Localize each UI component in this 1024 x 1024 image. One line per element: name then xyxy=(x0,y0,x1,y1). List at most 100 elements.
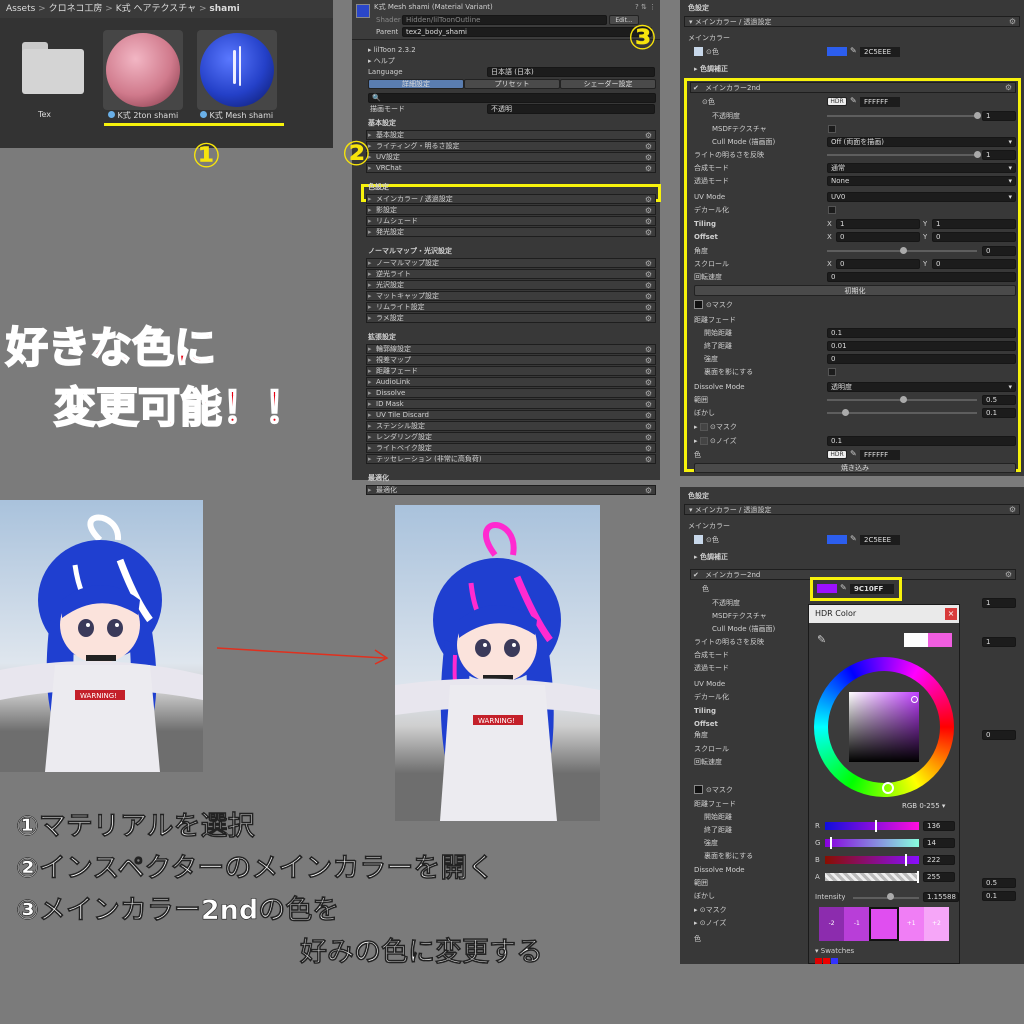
sv-handle[interactable] xyxy=(911,696,918,703)
gear-icon[interactable]: ⚙ xyxy=(645,281,652,290)
main-color-2nd-checkbox-b[interactable]: ✔ xyxy=(693,570,699,580)
main-color-hex[interactable]: 2C5EEE xyxy=(860,47,900,57)
texture-slot-icon[interactable] xyxy=(694,47,703,56)
second-color-hex[interactable]: FFFFFF xyxy=(860,97,900,107)
opacity-value-b[interactable]: 1 xyxy=(982,598,1016,608)
inspector-foldout-item[interactable]: ▸ リムシェード ⚙ xyxy=(366,216,656,226)
range-value[interactable]: 0.5 xyxy=(982,395,1016,405)
light-brightness-slider[interactable] xyxy=(827,154,977,156)
eyedropper-icon[interactable]: ✎ xyxy=(817,633,826,646)
breadcrumb-kuroneko[interactable]: クロネコ工房 xyxy=(49,4,103,14)
main-color-2nd-checkbox[interactable]: ✔ xyxy=(693,83,699,93)
inspector-search[interactable]: 🔍 xyxy=(368,93,656,103)
gear-icon[interactable]: ⚙ xyxy=(1009,505,1016,515)
gear-icon[interactable]: ⚙ xyxy=(645,486,652,495)
inspector-foldout-item[interactable]: ▸ ライトベイク設定 ⚙ xyxy=(366,443,656,453)
gear-icon[interactable]: ⚙ xyxy=(1009,17,1016,27)
intensity-step-minus-2[interactable]: -2 xyxy=(819,907,845,941)
inspector-foldout-item[interactable]: ▸ 輪郭線設定 ⚙ xyxy=(366,344,656,354)
main-color-2nd-header[interactable]: ✔ メインカラー2nd ⚙ xyxy=(690,82,1016,93)
inspector-foldout-item[interactable]: ▸ 基本設定 ⚙ xyxy=(366,130,656,140)
inspector-foldout-item[interactable]: ▸ 発光設定 ⚙ xyxy=(366,227,656,237)
range-value-b[interactable]: 0.5 xyxy=(982,878,1016,888)
gear-icon[interactable]: ⚙ xyxy=(645,195,652,204)
opacity-value[interactable]: 1 xyxy=(982,111,1016,121)
blur-value-b[interactable]: 0.1 xyxy=(982,891,1016,901)
gear-icon[interactable]: ⚙ xyxy=(645,378,652,387)
language-dropdown[interactable]: 日本語 (日本) xyxy=(487,67,655,77)
channel-a-handle[interactable] xyxy=(917,871,919,883)
breadcrumb-hair[interactable]: K式 ヘアテクスチャ xyxy=(116,4,196,14)
gear-icon[interactable]: ⚙ xyxy=(645,292,652,301)
swatch-red[interactable] xyxy=(815,958,822,964)
eyedropper-icon[interactable]: ✎ xyxy=(840,583,847,592)
inspector-foldout-item[interactable]: ▸ UV Tile Discard ⚙ xyxy=(366,410,656,420)
inspector-foldout-item[interactable]: ▸ 距離フェード ⚙ xyxy=(366,366,656,376)
shader-dropdown[interactable]: Hidden/lilToonOutline xyxy=(402,15,607,25)
blur-slider-handle[interactable] xyxy=(842,409,849,416)
inspector-foldout-item[interactable]: ▸ 逆光ライト ⚙ xyxy=(366,269,656,279)
decal-checkbox[interactable] xyxy=(828,206,836,214)
inspector-foldout-item[interactable]: ▸ テッセレーション (非常に高負荷) ⚙ xyxy=(366,454,656,464)
inspector-foldout-item[interactable]: ▸ ラメ設定 ⚙ xyxy=(366,313,656,323)
inspector-foldout-item[interactable]: ▸ ライティング・明るさ設定 ⚙ xyxy=(366,141,656,151)
bake-button[interactable]: 焼き込み xyxy=(694,463,1016,473)
texture-slot-icon[interactable] xyxy=(694,535,703,544)
reset-button[interactable]: 初期化 xyxy=(694,285,1016,296)
cull-mode-dropdown[interactable]: Off (両面を描画) ▾ xyxy=(827,137,1016,147)
tone-correction-foldout-b[interactable]: ▸ 色調補正 xyxy=(694,552,728,562)
intensity-step-plus-2[interactable]: +2 xyxy=(923,907,950,941)
channel-b-value[interactable]: 222 xyxy=(923,855,955,865)
gear-icon[interactable]: ⚙ xyxy=(645,270,652,279)
intensity-value[interactable]: 1.15588 xyxy=(923,892,959,902)
gear-icon[interactable]: ⚙ xyxy=(645,131,652,140)
hue-wheel[interactable] xyxy=(814,657,954,797)
close-icon[interactable]: × xyxy=(945,608,957,620)
rotate-value[interactable]: 0 xyxy=(827,272,1016,282)
gear-icon[interactable]: ⚙ xyxy=(645,259,652,268)
angle-value-b[interactable]: 0 xyxy=(982,730,1016,740)
main-color-hex-b[interactable]: 2C5EEE xyxy=(860,535,900,545)
gear-icon[interactable]: ⚙ xyxy=(645,455,652,464)
intensity-slider[interactable] xyxy=(853,897,919,899)
folder-icon[interactable] xyxy=(22,42,84,94)
uv-mode-dropdown[interactable]: UV0 ▾ xyxy=(827,192,1016,202)
gear-icon[interactable]: ⚙ xyxy=(645,433,652,442)
channel-r-handle[interactable] xyxy=(875,820,877,832)
gear-icon[interactable]: ⚙ xyxy=(645,400,652,409)
swatch-blue[interactable] xyxy=(831,958,838,964)
channel-r-slider[interactable] xyxy=(825,822,919,830)
channel-r-value[interactable]: 136 xyxy=(923,821,955,831)
hdr-picker-titlebar[interactable]: HDR Color × xyxy=(809,605,959,623)
main-color-swatch-b[interactable] xyxy=(827,535,847,544)
channel-g-slider[interactable] xyxy=(825,839,919,847)
inspector-foldout-item[interactable]: ▸ 光沢設定 ⚙ xyxy=(366,280,656,290)
noise-value[interactable]: 0.1 xyxy=(827,436,1016,446)
gear-icon[interactable]: ⚙ xyxy=(1005,570,1012,580)
gear-icon[interactable]: ⚙ xyxy=(645,206,652,215)
hue-handle[interactable] xyxy=(882,782,894,794)
fade-end-value[interactable]: 0.01 xyxy=(827,341,1016,351)
help-icon[interactable]: ? ⇅ ⋮ xyxy=(635,3,656,11)
inspector-foldout-item[interactable]: ▸ 最適化 ⚙ xyxy=(366,485,656,495)
inspector-foldout-item[interactable]: ▸ リムライト設定 ⚙ xyxy=(366,302,656,312)
msdf-checkbox[interactable] xyxy=(828,125,836,133)
channel-a-slider[interactable] xyxy=(825,873,919,881)
dissolve-noise-foldout[interactable]: ▸ ⊙ノイズ xyxy=(694,436,737,446)
tab-preset[interactable]: プリセット xyxy=(464,79,560,89)
breadcrumb-assets[interactable]: Assets xyxy=(6,4,35,14)
dissolve-color-hex[interactable]: FFFFFF xyxy=(860,450,900,460)
eyedropper-icon[interactable]: ✎ xyxy=(850,534,857,543)
gear-icon[interactable]: ⚙ xyxy=(645,153,652,162)
saturation-value-square[interactable] xyxy=(849,692,919,762)
gear-icon[interactable]: ⚙ xyxy=(645,217,652,226)
intensity-step-plus-1[interactable]: +1 xyxy=(898,907,924,941)
second-color-swatch-b[interactable] xyxy=(817,584,837,593)
offset-x-field[interactable]: 0 xyxy=(836,232,920,242)
eyedropper-icon[interactable]: ✎ xyxy=(850,46,857,55)
inspector-foldout-item[interactable]: ▸ VRChat ⚙ xyxy=(366,163,656,173)
light-brightness-handle[interactable] xyxy=(974,151,981,158)
inspector-foldout-item[interactable]: ▸ Dissolve ⚙ xyxy=(366,388,656,398)
intensity-slider-handle[interactable] xyxy=(887,893,894,900)
gear-icon[interactable]: ⚙ xyxy=(645,164,652,173)
